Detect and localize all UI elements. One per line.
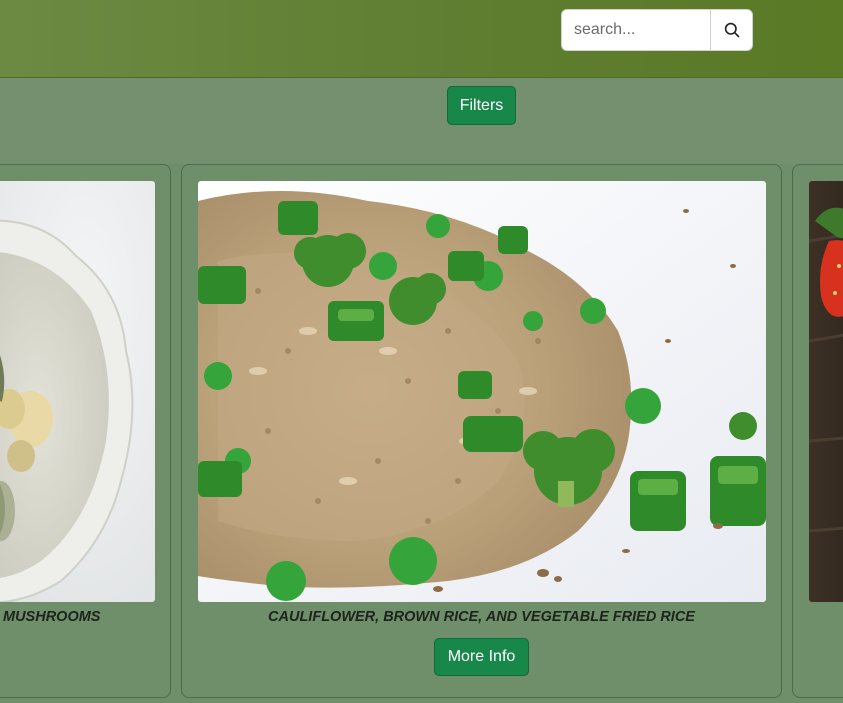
recipe-image[interactable] <box>198 181 766 602</box>
recipe-card: MUSHROOMS <box>0 164 171 698</box>
search-icon <box>724 22 739 38</box>
more-info-button[interactable]: More Info <box>434 638 529 676</box>
filter-bar <box>0 78 843 164</box>
recipe-image[interactable] <box>0 181 155 602</box>
recipe-title: CAULIFLOWER, BROWN RICE, AND VEGETABLE F… <box>268 609 695 625</box>
filters-button[interactable]: Filters <box>447 86 516 125</box>
search-button[interactable] <box>711 9 753 51</box>
recipe-card: CAULIFLOWER, BROWN RICE, AND VEGETABLE F… <box>181 164 782 698</box>
header-bar <box>0 0 843 78</box>
recipe-card <box>792 164 843 698</box>
search-form <box>561 9 753 51</box>
recipe-image[interactable] <box>809 181 843 602</box>
recipe-title: MUSHROOMS <box>3 609 101 625</box>
search-input[interactable] <box>561 9 711 51</box>
